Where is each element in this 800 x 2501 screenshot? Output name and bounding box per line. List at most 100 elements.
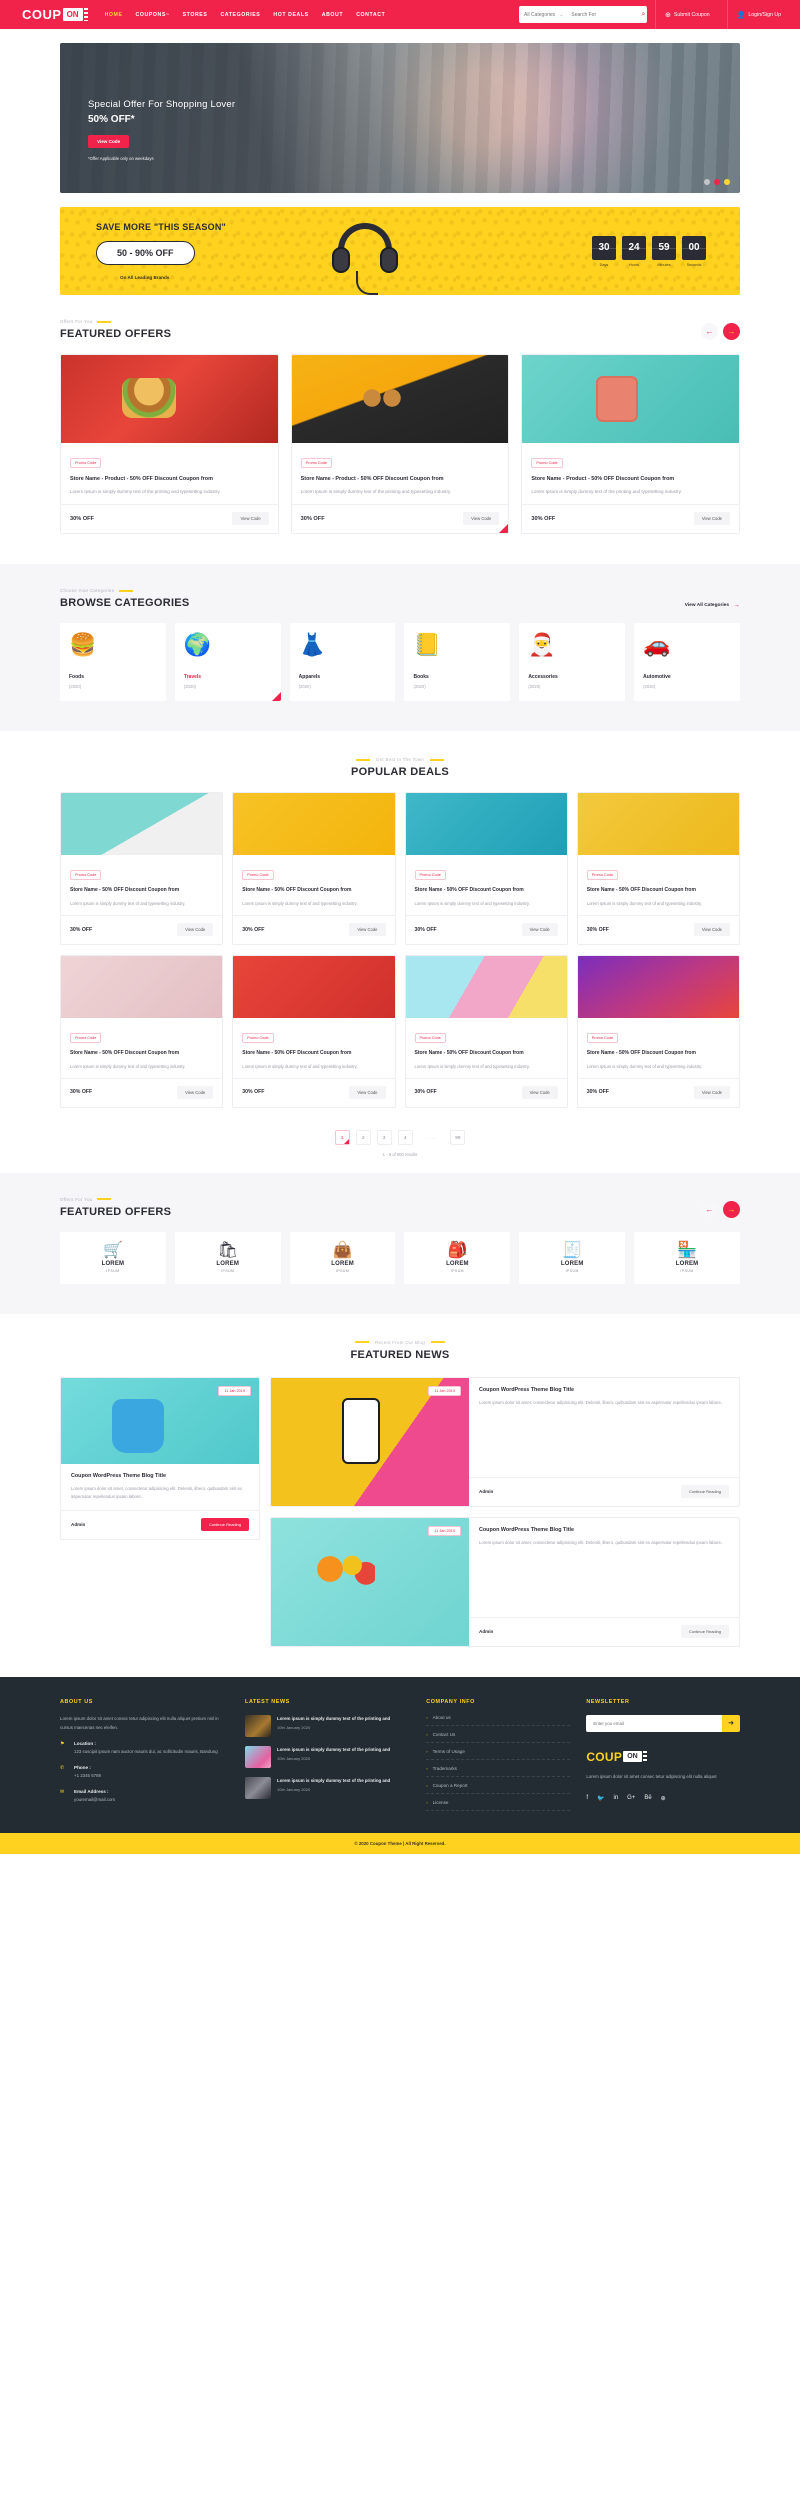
pagination-page-99[interactable]: 99 [450, 1129, 466, 1145]
submit-coupon-button[interactable]: ⊕ Submit Coupon [655, 0, 719, 29]
footer-link-about-us[interactable]: › About us [426, 1715, 570, 1725]
continue-reading-button[interactable]: Continue Reading [200, 1517, 249, 1531]
category-card-foods[interactable]: 🍔 Foods (2020) [60, 623, 166, 702]
facebook-icon[interactable]: f [586, 1795, 588, 1801]
deal-card[interactable]: Promo Code Store Name - 50% OFF Discount… [404, 955, 568, 1108]
offer-card[interactable]: Promo Code Store Name - Product - 50% OF… [290, 354, 510, 535]
brand-card[interactable]: 🏪 LOREM IPSUM [634, 1231, 740, 1284]
category-card-accessories[interactable]: 🎅 Accessories (2020) [519, 623, 626, 702]
countdown-seconds-value: 00 [682, 235, 706, 260]
google-plus-icon[interactable]: G+ [627, 1795, 635, 1801]
brand-card[interactable]: 👜 LOREM IPSUM [289, 1231, 396, 1284]
login-signup-button[interactable]: 👤 Login/Sign Up [726, 0, 790, 29]
deal-card[interactable]: Promo Code Store Name - 50% OFF Discount… [576, 955, 740, 1108]
news-card-left[interactable]: 11 Jan 2019 Coupon WordPress Theme Blog … [60, 1376, 260, 1540]
pagination-page-4[interactable]: 4 [397, 1129, 413, 1145]
view-code-button[interactable]: View Code [693, 512, 731, 526]
offer-card[interactable]: Promo Code Store Name - Product - 50% OF… [521, 354, 741, 535]
carousel-dot[interactable] [704, 179, 710, 185]
pagination-page-1[interactable]: 1 [334, 1129, 350, 1145]
brand-sub: IPSUM [565, 1268, 579, 1273]
search-icon[interactable]: ⌕ [641, 11, 645, 19]
linkedin-icon[interactable]: in [613, 1795, 618, 1801]
view-code-button[interactable]: View Code [693, 923, 730, 937]
footer-logo[interactable]: COUP ON [586, 1750, 740, 1764]
featured-offers-section: Offers For You FEATURED OFFERS ← → Promo… [0, 295, 800, 564]
pagination-page-2[interactable]: 2 [355, 1129, 371, 1145]
news-card-right-bottom[interactable]: 11 Jan 2019 Coupon WordPress Theme Blog … [270, 1516, 740, 1647]
view-code-button[interactable]: View Code [693, 1085, 730, 1099]
carousel-dot[interactable] [724, 179, 730, 185]
view-code-button[interactable]: View Code [521, 923, 558, 937]
footer-link-terms[interactable]: › Terms of Usage [426, 1749, 570, 1759]
view-code-button[interactable]: View Code [463, 512, 500, 526]
footer-news-item[interactable]: Lorem ipsum is simply dummy text of the … [245, 1776, 410, 1799]
twitter-icon[interactable]: 🐦 [597, 1795, 604, 1802]
nav-item-contact[interactable]: CONTACT [356, 12, 385, 18]
view-code-button[interactable]: View Code [349, 923, 386, 937]
category-card-apparels[interactable]: 👗 Apparels (2020) [289, 623, 396, 702]
carousel-next-button[interactable]: → [723, 323, 740, 340]
nav-item-hot-deals[interactable]: HOT DEALS [273, 12, 308, 18]
category-card-books[interactable]: 📒 Books (2020) [404, 623, 511, 702]
featured-brands-section: Offers For You FEATURED OFFERS ← → 🛒 LOR… [0, 1172, 800, 1314]
site-logo[interactable]: COUP ON [22, 7, 88, 22]
pagination-page-3[interactable]: 3 [376, 1129, 392, 1145]
deal-card[interactable]: Promo Code Store Name - 50% OFF Discount… [60, 955, 224, 1108]
brand-card[interactable]: 🎒 LOREM IPSUM [404, 1231, 511, 1284]
continue-reading-button[interactable]: Continue Reading [680, 1624, 729, 1638]
deal-card[interactable]: Promo Code Store Name - 50% OFF Discount… [60, 792, 224, 946]
footer-logo-text-desc: Lorem ipsum dolor sit amet consec tetur … [586, 1773, 717, 1779]
nav-item-about[interactable]: ABOUT [322, 12, 343, 18]
continue-reading-button[interactable]: Continue Reading [680, 1484, 729, 1498]
footer-news-item[interactable]: Lorem ipsum is simply dummy text of the … [245, 1745, 410, 1768]
carousel-prev-button[interactable]: ← [701, 1200, 718, 1218]
search-input[interactable] [571, 11, 638, 18]
deal-card[interactable]: Promo Code Store Name - 50% OFF Discount… [232, 955, 396, 1108]
brand-card[interactable]: 🛍 LOREM IPSUM [174, 1231, 281, 1284]
hero-carousel-dots[interactable] [704, 179, 730, 185]
footer-link-trademarks[interactable]: › Trademarks [426, 1766, 570, 1776]
site-footer: ABOUT US Lorem ipsum dolor sit amet cons… [0, 1676, 800, 1833]
deal-card[interactable]: Promo Code Store Name - 50% OFF Discount… [232, 792, 396, 946]
newsletter-email-input[interactable] [586, 1714, 722, 1732]
footer-news-item[interactable]: Lorem ipsum is simply dummy text of the … [245, 1714, 410, 1737]
chevron-down-icon[interactable]: ⌄ [559, 12, 563, 18]
newsletter-submit-button[interactable]: ➜ [722, 1714, 740, 1732]
footer-link-contact-us[interactable]: › Contact Us [426, 1732, 570, 1742]
submit-coupon-label: Submit Coupon [673, 11, 710, 18]
deal-card-title: Store Name - 50% OFF Discount Coupon fro… [414, 887, 524, 894]
view-code-button[interactable]: View Code [177, 1085, 214, 1099]
footer-link-coupon-report[interactable]: › Coupon a Report [426, 1783, 570, 1793]
globe-icon[interactable]: ⊕ [661, 1795, 666, 1802]
hero-view-code-button[interactable]: View Code [88, 135, 130, 148]
carousel-next-button[interactable]: → [723, 1200, 740, 1218]
news-card-right-top[interactable]: 11 Jan 2019 Coupon WordPress Theme Blog … [270, 1376, 740, 1507]
nav-item-categories[interactable]: CATEGORIES [220, 12, 260, 18]
view-code-button[interactable]: View Code [349, 1085, 386, 1099]
view-code-button[interactable]: View Code [177, 923, 214, 937]
behance-icon[interactable]: Bē [644, 1795, 651, 1801]
brand-card[interactable]: 🛒 LOREM IPSUM [60, 1231, 166, 1284]
nav-item-coupons[interactable]: COUPONS~ [136, 12, 170, 18]
offer-card[interactable]: Promo Code Store Name - Product - 50% OF… [60, 354, 279, 535]
search-category-select[interactable]: All Categories [524, 12, 555, 18]
carousel-prev-button[interactable]: ← [701, 323, 718, 340]
brand-card[interactable]: 🧾 LOREM IPSUM [519, 1231, 626, 1284]
pagination: 1 2 3 4 ...... 99 [60, 1129, 740, 1145]
nav-item-home[interactable]: HOME [105, 12, 123, 18]
card-corner-marker [499, 524, 509, 534]
view-all-categories-link[interactable]: View All Categories → [685, 602, 740, 609]
promo-code-badge: Promo Code [300, 458, 332, 468]
category-card-travels[interactable]: 🌍 Travels (2020) [174, 623, 281, 702]
footer-link-license[interactable]: › License [426, 1800, 570, 1810]
footer-about-column: ABOUT US Lorem ipsum dolor sit amet cons… [60, 1699, 229, 1817]
category-card-automotive[interactable]: 🚗 Automotive (2020) [634, 623, 740, 702]
view-code-button[interactable]: View Code [521, 1085, 558, 1099]
carousel-dot-active[interactable] [714, 179, 720, 185]
chevron-right-icon: › [426, 1782, 428, 1788]
deal-card[interactable]: Promo Code Store Name - 50% OFF Discount… [576, 792, 740, 946]
view-code-button[interactable]: View Code [232, 512, 269, 526]
deal-card[interactable]: Promo Code Store Name - 50% OFF Discount… [404, 792, 568, 946]
nav-item-stores[interactable]: STORES [183, 12, 208, 18]
